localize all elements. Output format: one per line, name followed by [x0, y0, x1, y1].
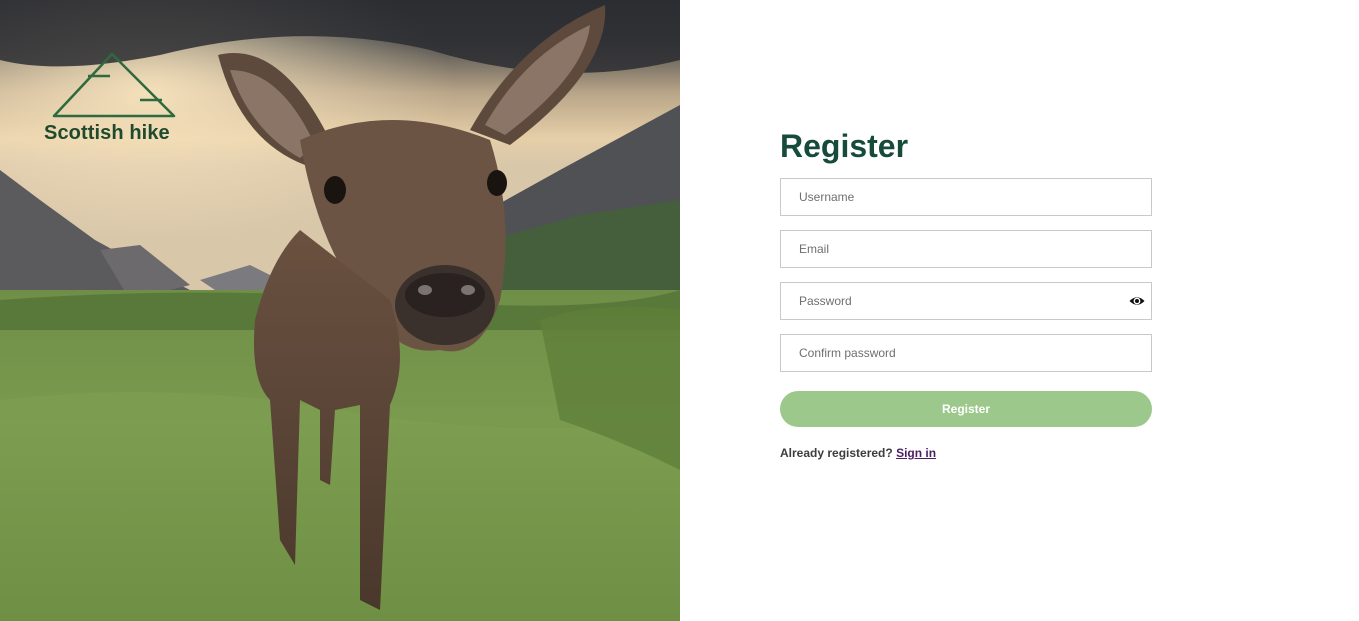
page-title: Register [780, 128, 909, 164]
email-input[interactable] [780, 230, 1152, 268]
password-field [780, 282, 1152, 320]
signin-prompt: Already registered? [780, 446, 893, 460]
password-input[interactable] [780, 282, 1152, 320]
brand-name: Scottish hike [44, 122, 170, 144]
hero-panel: Scottish hike [0, 0, 680, 621]
confirm-password-field [780, 334, 1152, 372]
eye-icon[interactable] [1129, 293, 1145, 309]
register-button[interactable]: Register [780, 391, 1152, 427]
brand-logo[interactable]: Scottish hike [44, 50, 184, 145]
signin-link[interactable]: Sign in [896, 446, 936, 460]
mountain-logo-icon [52, 52, 176, 118]
confirm-password-input[interactable] [780, 334, 1152, 372]
register-page: Scottish hike Register Register [0, 0, 1359, 621]
email-field [780, 230, 1152, 268]
username-field [780, 178, 1152, 216]
signin-row: Already registered? Sign in [780, 446, 1152, 460]
register-form: Register Register Already registered? Si [780, 126, 1152, 460]
username-input[interactable] [780, 178, 1152, 216]
